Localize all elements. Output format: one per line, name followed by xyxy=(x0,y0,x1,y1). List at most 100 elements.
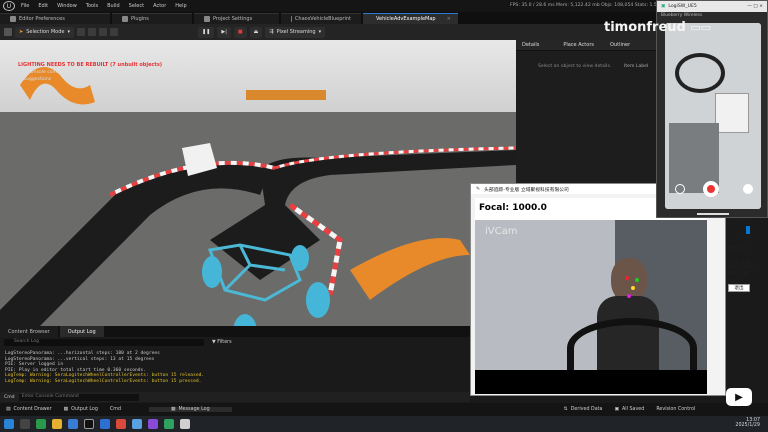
tab-vehicle-blueprint[interactable]: ChaosVehicleBlueprint xyxy=(281,13,361,24)
home-indicator xyxy=(697,213,729,215)
label: Derived Data xyxy=(570,407,603,412)
windows-taskbar: 13:07 2025/1/29 xyxy=(0,416,768,432)
stop-icon: ■ xyxy=(237,29,243,35)
tab-editor-preferences[interactable]: Editor Preferences xyxy=(0,13,110,24)
close-icon[interactable]: × xyxy=(447,16,451,22)
place-actors-tab[interactable]: Place Actors xyxy=(563,42,594,48)
filters-dropdown[interactable]: ▼ Filters xyxy=(212,340,232,345)
chevron-down-icon: ▾ xyxy=(67,29,70,35)
eject-button[interactable]: ⏏ xyxy=(249,26,263,38)
all-saved-button[interactable]: ▣ All Saved xyxy=(608,407,650,412)
head-tracking-controls: 平滑系数 0.60 清除正常 Yaw: -4.1° Pitch: -6.4° R… xyxy=(728,216,768,366)
search-icon[interactable] xyxy=(20,419,30,429)
derived-data-button[interactable]: ⇅ Derived Data xyxy=(558,407,609,412)
console-hint: Run console command 'DumpUnbuiltLightInt… xyxy=(18,70,194,75)
output-log-button[interactable]: ▦ Output Log xyxy=(58,407,104,412)
camera-switch-icon[interactable] xyxy=(743,184,753,194)
content-drawer-button[interactable]: ▤ Content Drawer xyxy=(0,407,58,412)
menu-tools[interactable]: Tools xyxy=(86,3,98,9)
pause-icon[interactable] xyxy=(675,184,685,194)
level-viewport[interactable]: LIGHTING NEEDS TO BE REBUILT (7 unbuilt … xyxy=(0,40,516,326)
chevron-down-icon: ▾ xyxy=(318,29,322,35)
app-icon[interactable] xyxy=(116,419,126,429)
stop-button[interactable]: ■ xyxy=(233,26,247,38)
smoothing-value: 0.60 xyxy=(740,236,751,241)
label: Cmd xyxy=(109,407,121,412)
settings-icon xyxy=(204,16,210,22)
blueprint-menu-icon[interactable] xyxy=(87,28,96,36)
frame-skip-button[interactable]: ▶| xyxy=(217,26,231,38)
log-lines: LogStereoPanorama: ...horizontal steps: … xyxy=(0,347,470,385)
menu-help[interactable]: Help xyxy=(175,3,186,9)
outliner-tab[interactable]: Outliner xyxy=(610,42,630,48)
focal-readout: Focal: 1000.0 xyxy=(479,203,547,213)
phone-subtitle: Blueberry Wireless xyxy=(661,13,703,18)
details-empty-text: Select an object to view details. xyxy=(538,64,612,69)
content-icon[interactable] xyxy=(76,28,85,36)
record-icon xyxy=(707,185,715,193)
unreal-logo-icon[interactable]: U xyxy=(3,1,15,11)
menu-actor[interactable]: Actor xyxy=(153,3,166,9)
label: Message Log xyxy=(178,407,210,412)
skip-icon: ▶| xyxy=(221,29,227,35)
window-controls[interactable]: — □ × xyxy=(747,4,767,9)
tab-plugins[interactable]: Plugins xyxy=(112,13,192,24)
lighting-warning: LIGHTING NEEDS TO BE REBUILT (7 unbuilt … xyxy=(18,62,163,68)
menu-select[interactable]: Select xyxy=(129,3,144,9)
console-hint-2: in suggestions xyxy=(18,77,52,82)
drawer-icon: ▤ xyxy=(6,407,11,412)
start-icon[interactable] xyxy=(4,419,14,429)
cmd-button[interactable]: Cmd xyxy=(104,407,127,412)
menu-edit[interactable]: Edit xyxy=(38,3,48,9)
pause-button[interactable]: ❚❚ xyxy=(197,26,215,38)
smoothing-slider[interactable] xyxy=(746,226,750,234)
menu-file[interactable]: File xyxy=(21,3,29,9)
camera-feed: Focal: 1000.0 iVCam xyxy=(475,198,707,394)
filter-icon: ▼ xyxy=(212,339,216,345)
tab-content-browser[interactable]: Content Browser xyxy=(0,326,58,337)
tab-label: Project Settings xyxy=(213,16,253,22)
cursor-icon: ➤ xyxy=(19,29,24,35)
exit-button[interactable]: 退出 xyxy=(728,284,750,292)
revision-control-button[interactable]: Revision Control xyxy=(650,407,701,412)
steering-wheel xyxy=(567,318,697,378)
vscode-icon[interactable] xyxy=(68,419,78,429)
label: Revision Control xyxy=(656,407,696,412)
app-icon[interactable] xyxy=(148,419,158,429)
video-play-button[interactable]: ▶ xyxy=(726,388,752,406)
tab-output-log[interactable]: Output Log xyxy=(59,326,104,337)
reset-normal-button[interactable]: 清除正常 xyxy=(728,245,768,251)
selection-mode-dropdown[interactable]: ➤ Selection Mode ▾ xyxy=(15,26,74,38)
app-icon[interactable] xyxy=(132,419,142,429)
cinematics-icon[interactable] xyxy=(98,28,107,36)
tab-project-settings[interactable]: Project Settings xyxy=(194,13,279,24)
explorer-icon[interactable] xyxy=(52,419,62,429)
phone-title-bar: ▣ LogiSW_UE5 — □ × xyxy=(657,1,767,12)
pixel-streaming-dropdown[interactable]: ⇶ Pixel Streaming ▾ xyxy=(265,26,326,38)
hint-prefix: Run console command xyxy=(18,70,71,75)
tab-vehicle-map[interactable]: VehicleAdvExampleMap × xyxy=(363,13,458,24)
ivcam-brand: iVCam xyxy=(485,226,518,237)
edge-icon[interactable] xyxy=(100,419,110,429)
console-command-input[interactable]: Enter Console Command xyxy=(18,393,139,401)
details-tab[interactable]: Details xyxy=(522,42,539,48)
label: Output Log xyxy=(71,407,98,412)
system-clock[interactable]: 13:07 2025/1/29 xyxy=(720,418,760,428)
label: All Saved xyxy=(622,407,645,412)
app-icon[interactable] xyxy=(180,419,190,429)
unreal-icon[interactable] xyxy=(84,419,94,429)
record-button[interactable] xyxy=(703,181,719,197)
details-tab-row: Details Place Actors Outliner xyxy=(516,40,656,51)
save-icon[interactable] xyxy=(4,28,12,36)
watermark-text: timonfreud xyxy=(604,20,686,35)
build-icon[interactable] xyxy=(109,28,118,36)
menu-window[interactable]: Window xyxy=(57,3,77,9)
wechat-icon[interactable] xyxy=(36,419,46,429)
log-search-input[interactable]: Search Log xyxy=(4,338,204,346)
app-icon[interactable] xyxy=(164,419,174,429)
menu-build[interactable]: Build xyxy=(107,3,120,9)
tab-label: VehicleAdvExampleMap xyxy=(376,16,436,22)
pause-icon: ❚❚ xyxy=(201,29,211,35)
cmd-dropdown[interactable]: Cmd xyxy=(4,395,15,400)
message-log-tab[interactable]: ▦ Message Log xyxy=(149,407,232,412)
